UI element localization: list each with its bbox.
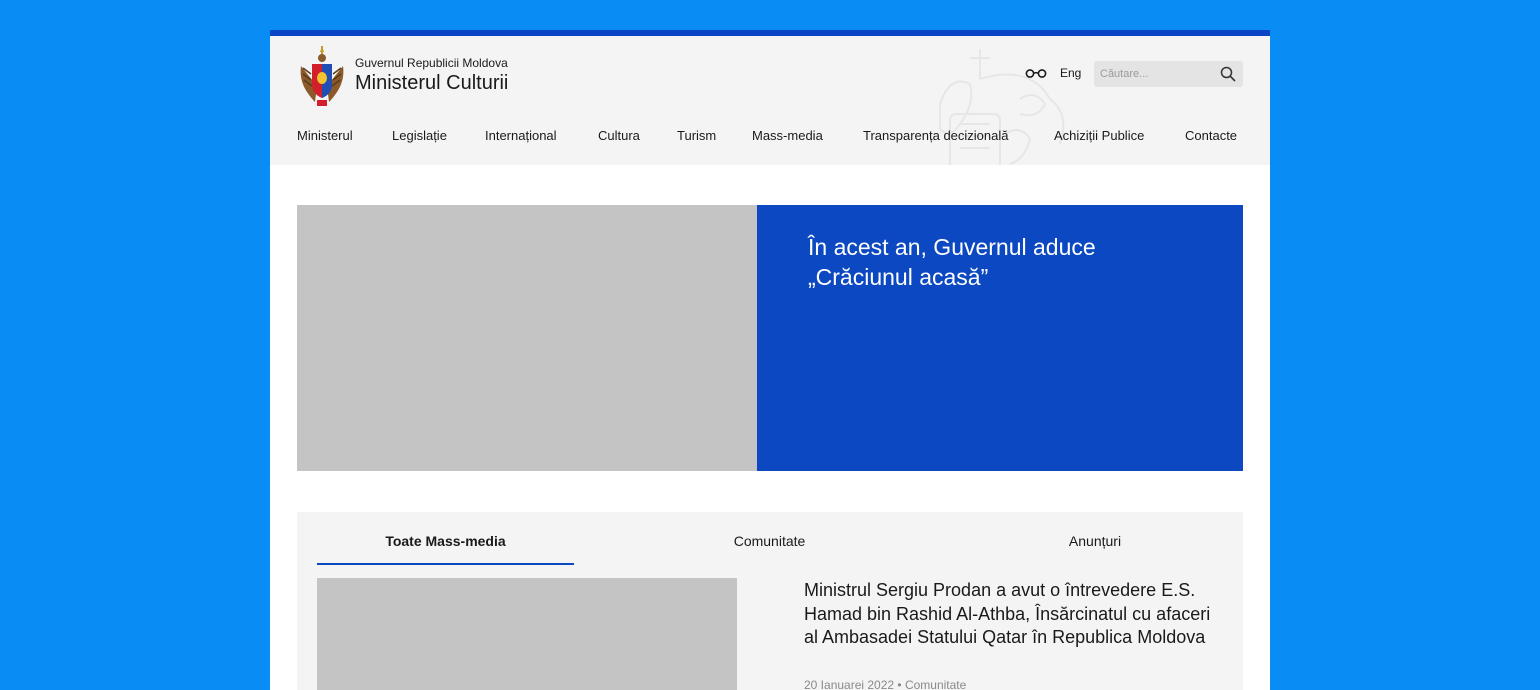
hero-image[interactable] <box>297 205 757 471</box>
hero-title[interactable]: În acest an, Guvernul aduce „Crăciunul a… <box>808 232 1188 292</box>
nav-item-contacte[interactable]: Contacte <box>1185 128 1237 143</box>
nav-item-international[interactable]: Internațional <box>485 128 557 143</box>
search-input[interactable] <box>1100 65 1212 83</box>
glasses-icon[interactable] <box>1025 66 1047 80</box>
active-tab-indicator <box>317 563 574 565</box>
tab-toate-mass-media[interactable]: Toate Mass-media <box>317 533 574 549</box>
nav-item-ministerul[interactable]: Ministerul <box>297 128 353 143</box>
news-meta: 20 Ianuarei 2022 • Comunitate <box>804 678 967 690</box>
search-icon[interactable] <box>1220 66 1236 82</box>
news-title[interactable]: Ministrul Sergiu Prodan a avut o întreve… <box>804 579 1224 650</box>
tab-comunitate[interactable]: Comunitate <box>642 533 897 549</box>
nav-item-legislatie[interactable]: Legislație <box>392 128 447 143</box>
main-navigation: Ministerul Legislație Internațional Cult… <box>297 128 1243 148</box>
language-switch[interactable]: Eng <box>1060 66 1081 80</box>
nav-item-transparenta[interactable]: Transparența decizională <box>863 128 1009 143</box>
nav-item-cultura[interactable]: Cultura <box>598 128 640 143</box>
page: Guvernul Republicii Moldova Ministerul C… <box>270 30 1270 690</box>
site-header: Guvernul Republicii Moldova Ministerul C… <box>270 36 1270 165</box>
nav-item-turism[interactable]: Turism <box>677 128 716 143</box>
search-box <box>1094 61 1243 87</box>
news-image[interactable] <box>317 578 737 690</box>
ministry-name[interactable]: Ministerul Culturii <box>355 72 508 95</box>
government-name: Guvernul Republicii Moldova <box>355 56 508 70</box>
coat-of-arms-logo[interactable] <box>297 44 347 108</box>
nav-item-mass-media[interactable]: Mass-media <box>752 128 823 143</box>
tab-anunturi[interactable]: Anunțuri <box>967 533 1223 549</box>
nav-item-achizitii[interactable]: Achiziții Publice <box>1054 128 1144 143</box>
news-section: Toate Mass-media Comunitate Anunțuri Min… <box>297 512 1243 690</box>
hero-panel[interactable]: În acest an, Guvernul aduce „Crăciunul a… <box>757 205 1243 471</box>
